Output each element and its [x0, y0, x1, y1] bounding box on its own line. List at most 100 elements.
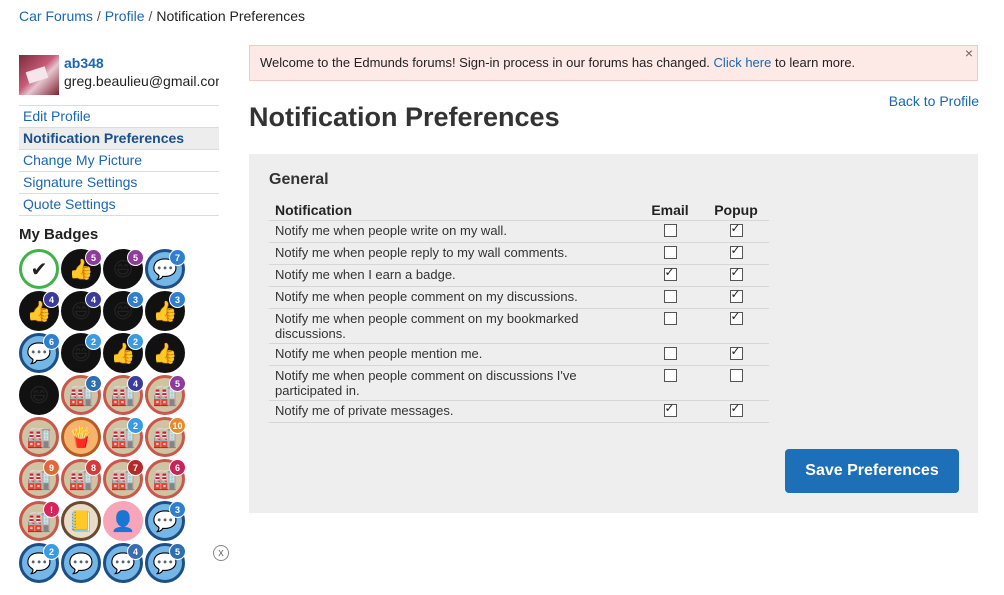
- save-preferences-button[interactable]: Save Preferences: [785, 449, 959, 493]
- badge[interactable]: 🏭 7: [103, 459, 144, 499]
- comment-badge-icon: 💬: [68, 552, 94, 575]
- badge[interactable]: 👍 4: [19, 291, 60, 331]
- nav-edit-profile[interactable]: Edit Profile: [19, 106, 219, 128]
- back-to-profile-link[interactable]: Back to Profile: [889, 93, 979, 109]
- breadcrumb-car-forums-link[interactable]: Car Forums: [19, 8, 93, 24]
- badge[interactable]: ✔: [19, 249, 59, 289]
- thumbs-up-badge-icon: 👍: [152, 342, 178, 365]
- nav-quote-settings[interactable]: Quote Settings: [19, 194, 219, 216]
- popup-checkbox[interactable]: [729, 344, 743, 360]
- badge-count: !: [43, 501, 60, 518]
- email-checkbox[interactable]: [663, 290, 677, 303]
- popup-checkbox[interactable]: [729, 287, 743, 303]
- popup-cell: [703, 365, 769, 401]
- badge[interactable]: 👤: [103, 501, 143, 541]
- badge[interactable]: 💬: [61, 543, 101, 583]
- badge-count: 5: [169, 543, 186, 560]
- badge[interactable]: 😄 2: [61, 333, 102, 373]
- badge[interactable]: 🏭 8: [61, 459, 102, 499]
- nav-notification-preferences[interactable]: Notification Preferences: [19, 128, 219, 150]
- badge[interactable]: 🍟: [61, 417, 101, 457]
- email-cell: [637, 242, 703, 265]
- badge[interactable]: 💬 4: [103, 543, 144, 583]
- badge[interactable]: 🏭: [19, 417, 59, 457]
- badge[interactable]: 👍: [145, 333, 185, 373]
- signin-alert: Welcome to the Edmunds forums! Sign-in p…: [249, 45, 978, 81]
- badge-count: 3: [127, 291, 144, 308]
- badge[interactable]: 😄 5: [103, 249, 144, 289]
- popup-checkbox[interactable]: [729, 265, 743, 281]
- badge[interactable]: 🏭 5: [145, 375, 186, 415]
- email-checkbox[interactable]: [663, 312, 677, 325]
- notification-label: Notify me of private messages.: [269, 400, 637, 423]
- email-checkbox[interactable]: [663, 369, 677, 382]
- badge-count: 5: [127, 249, 144, 266]
- address-book-badge-icon: 📒: [68, 510, 94, 533]
- email-checkbox[interactable]: [663, 224, 677, 237]
- popup-checkbox[interactable]: [729, 309, 743, 325]
- badge[interactable]: 👍 2: [103, 333, 144, 373]
- email-checkbox[interactable]: [663, 347, 677, 360]
- popup-cell: [703, 400, 769, 423]
- email-checkbox[interactable]: [663, 401, 677, 417]
- badge-count: 5: [169, 375, 186, 392]
- popup-checkbox[interactable]: [729, 221, 743, 237]
- alert-dismiss-button[interactable]: ×: [965, 36, 973, 70]
- badge-count: 2: [127, 333, 144, 350]
- badge-count: 5: [85, 249, 102, 266]
- breadcrumb-separator: /: [148, 8, 153, 24]
- badge[interactable]: 💬 5: [145, 543, 186, 583]
- badge[interactable]: 🏭 10: [145, 417, 186, 457]
- badge[interactable]: 🏭 6: [145, 459, 186, 499]
- nav-signature-settings[interactable]: Signature Settings: [19, 172, 219, 194]
- badge[interactable]: 🏭 4: [103, 375, 144, 415]
- badge-count: 3: [85, 375, 102, 392]
- badge[interactable]: 😄 3: [103, 291, 144, 331]
- badge-count: 2: [85, 333, 102, 350]
- breadcrumb-profile-link[interactable]: Profile: [105, 8, 145, 24]
- table-row: Notify me when I earn a badge.: [269, 264, 769, 287]
- badges-title: My Badges: [19, 226, 99, 243]
- notification-label: Notify me when people reply to my wall c…: [269, 242, 637, 265]
- table-row: Notify me when people write on my wall.: [269, 220, 769, 243]
- popup-checkbox[interactable]: [729, 401, 743, 417]
- close-icon[interactable]: x: [213, 545, 229, 561]
- popup-cell: [703, 343, 769, 366]
- username-link[interactable]: ab348: [64, 55, 219, 72]
- email-cell: [637, 400, 703, 423]
- header-popup: Popup: [714, 202, 758, 218]
- badge-count: 9: [43, 459, 60, 476]
- email-checkbox[interactable]: [663, 265, 677, 281]
- notification-label: Notify me when people comment on discuss…: [269, 365, 637, 401]
- avatar[interactable]: [19, 55, 59, 95]
- badge-count: 4: [43, 291, 60, 308]
- badge[interactable]: 💬 3: [145, 501, 186, 541]
- email-checkbox[interactable]: [663, 246, 677, 259]
- badge-count: 2: [43, 543, 60, 560]
- badge[interactable]: 🏭 9: [19, 459, 60, 499]
- email-cell: [637, 220, 703, 243]
- email-cell: [637, 343, 703, 366]
- badge[interactable]: 👍 5: [61, 249, 102, 289]
- popup-checkbox[interactable]: [729, 369, 743, 382]
- badge[interactable]: 💬 6: [19, 333, 60, 373]
- popup-checkbox[interactable]: [729, 243, 743, 259]
- alert-text-after: to learn more.: [774, 55, 856, 70]
- badge[interactable]: 📒: [61, 501, 101, 541]
- badge[interactable]: 😄: [19, 375, 59, 415]
- badge[interactable]: 💬 2: [19, 543, 60, 583]
- badge-count: 8: [85, 459, 102, 476]
- badge[interactable]: 😄 4: [61, 291, 102, 331]
- badge[interactable]: 👍 3: [145, 291, 186, 331]
- anniversary-badge-icon: 🏭: [26, 426, 52, 449]
- notification-label: Notify me when people comment on my disc…: [269, 286, 637, 309]
- badge[interactable]: 🏭!: [19, 501, 60, 541]
- alert-click-here-link[interactable]: Click here: [714, 55, 772, 70]
- nav-change-my-picture[interactable]: Change My Picture: [19, 150, 219, 172]
- table-row: Notify me when people mention me.: [269, 343, 769, 366]
- email-cell: [637, 365, 703, 401]
- badge[interactable]: 💬 7: [145, 249, 186, 289]
- badge-count: 4: [127, 375, 144, 392]
- badge[interactable]: 🏭 3: [61, 375, 102, 415]
- badge[interactable]: 🏭 2: [103, 417, 144, 457]
